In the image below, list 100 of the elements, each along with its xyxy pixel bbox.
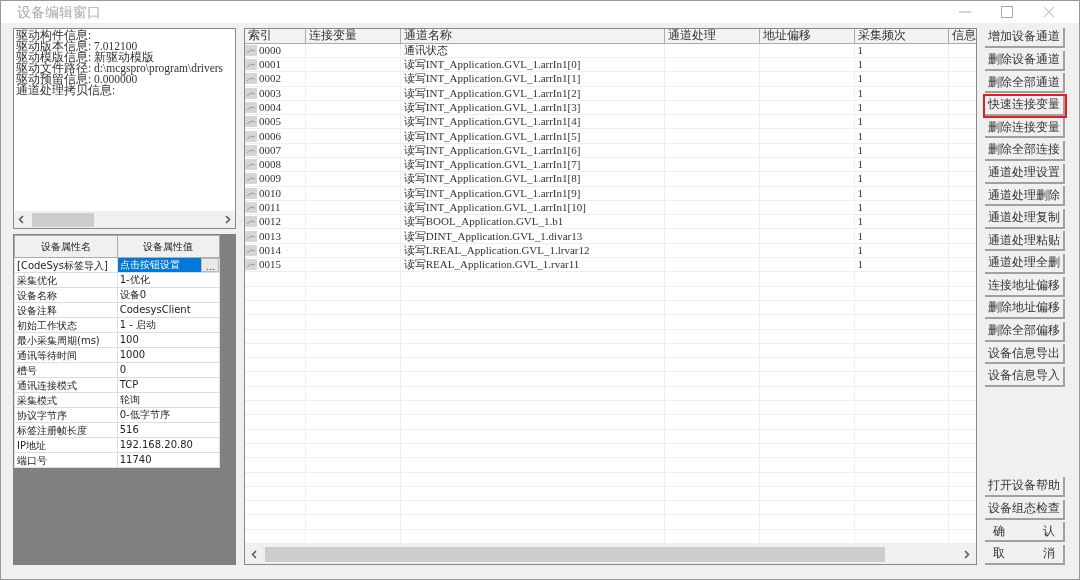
channel-icon (245, 130, 257, 142)
scrollbar-thumb[interactable] (32, 212, 94, 227)
maximize-icon[interactable] (1001, 6, 1013, 19)
channel-name: 读写INT_Application.GVL_1.arrIn1[4] (400, 114, 665, 129)
scroll-left-icon[interactable] (18, 215, 24, 225)
property-value[interactable]: 1 - 启动 (117, 318, 219, 333)
action-button[interactable]: 设备组态检查 (985, 499, 1065, 520)
channel-name: 读写BOOL_Application.GVL_1.b1 (400, 214, 665, 229)
ellipsis-icon[interactable] (201, 258, 219, 273)
channel-icon (245, 44, 257, 56)
horizontal-scrollbar[interactable] (245, 544, 976, 564)
row-index[interactable]: 0005 (259, 115, 281, 129)
column-header[interactable]: 采集频次 (854, 29, 949, 44)
property-name: 通讯连接模式 (14, 377, 118, 393)
action-button[interactable]: 删除全部偏移 (985, 321, 1065, 342)
channel-name: 读写INT_Application.GVL_1.arrIn1[3] (400, 100, 665, 115)
row-index[interactable]: 0015 (259, 258, 281, 272)
frequency-cell: 1 (854, 243, 949, 258)
property-value[interactable]: 设备0 (117, 288, 219, 303)
property-value[interactable]: TCP (117, 378, 219, 393)
channel-icon (245, 116, 257, 128)
action-button[interactable]: 通道处理复制 (985, 208, 1065, 229)
channel-icon (245, 259, 257, 271)
property-name: 槽号 (14, 362, 118, 378)
row-index[interactable]: 0002 (259, 72, 281, 86)
channel-icon (245, 87, 257, 99)
action-button[interactable]: 删除地址偏移 (985, 299, 1065, 320)
row-index[interactable]: 0001 (259, 58, 281, 72)
property-value[interactable]: 516 (117, 423, 219, 438)
action-button[interactable]: 删除设备通道 (985, 50, 1065, 71)
scrollbar-thumb[interactable] (265, 546, 885, 562)
scroll-left-icon[interactable] (251, 549, 257, 559)
column-header[interactable]: 通道名称 (400, 29, 665, 44)
action-button[interactable]: 删除全部连接 (985, 141, 1065, 162)
action-button[interactable]: 连接地址偏移 (985, 276, 1065, 297)
frequency-cell: 1 (854, 86, 949, 101)
frequency-cell: 1 (854, 71, 949, 86)
property-name: 协议字节序 (14, 407, 118, 423)
column-header: 设备属性值 (117, 235, 220, 258)
row-index[interactable]: 0014 (259, 243, 281, 257)
property-value[interactable]: 轮询 (117, 393, 219, 408)
property-value[interactable]: 1000 (117, 348, 219, 363)
row-index[interactable]: 0009 (259, 172, 281, 186)
scroll-right-icon[interactable] (964, 549, 970, 559)
property-value[interactable]: 11740 (117, 453, 219, 468)
action-button[interactable]: 删除全部通道 (985, 73, 1065, 94)
action-button[interactable]: 通道处理粘贴 (985, 231, 1065, 252)
property-name: 通讯等待时间 (14, 347, 118, 363)
frequency-cell: 1 (854, 171, 949, 187)
info-line: 驱动文件路径: d:\mcgspro\program\drivers (16, 63, 225, 75)
minimize-icon[interactable] (959, 11, 971, 14)
channel-icon (245, 101, 257, 113)
action-button[interactable]: 确 认 (985, 522, 1065, 543)
close-icon[interactable] (1043, 6, 1055, 19)
action-button[interactable]: 删除连接变量 (985, 118, 1065, 139)
property-value[interactable]: 0-低字节序 (117, 408, 219, 423)
row-index[interactable]: 0006 (259, 129, 281, 143)
info-line: 驱动构件信息: (16, 30, 93, 42)
property-value[interactable]: 点击按钮设置 (117, 258, 201, 273)
row-index[interactable]: 0004 (259, 100, 281, 114)
info-line: 驱动模版信息: 新驱动模版 (16, 52, 155, 64)
action-button[interactable]: 取 消 (985, 545, 1065, 565)
channel-icon (245, 159, 257, 171)
frequency-cell: 1 (854, 257, 949, 272)
action-button[interactable]: 通道处理设置 (985, 163, 1065, 184)
row-index[interactable]: 0003 (259, 86, 281, 100)
property-value[interactable]: 100 (117, 333, 219, 348)
row-index[interactable]: 0010 (259, 186, 281, 200)
column-header[interactable]: 索引 (245, 29, 306, 44)
action-button[interactable]: 快速连接变量 (985, 95, 1065, 116)
column-header[interactable]: 地址偏移 (759, 29, 855, 44)
channel-icon (245, 202, 257, 213)
frequency-cell: 1 (854, 143, 949, 158)
property-value[interactable]: 192.168.20.80 (117, 438, 219, 453)
row-index[interactable]: 0013 (259, 229, 281, 243)
action-button[interactable]: 设备信息导入 (985, 367, 1065, 387)
action-button[interactable]: 打开设备帮助 (985, 477, 1065, 498)
row-index[interactable]: 0012 (259, 215, 281, 229)
row-index[interactable]: 0008 (259, 158, 281, 172)
action-button[interactable]: 通道处理全删 (985, 254, 1065, 275)
row-index[interactable]: 0000 (259, 43, 281, 57)
property-value[interactable]: CodesysClient (117, 303, 219, 318)
scroll-right-icon[interactable] (225, 215, 231, 225)
frequency-cell: 1 (854, 114, 949, 129)
channel-name: 读写INT_Application.GVL_1.arrIn1[8] (400, 171, 665, 187)
frequency-cell: 1 (854, 100, 949, 115)
action-button[interactable]: 通道处理删除 (985, 186, 1065, 207)
row-index[interactable]: 0011 (259, 201, 281, 214)
channel-name: 读写INT_Application.GVL_1.arrIn1[2] (400, 86, 665, 101)
property-value[interactable]: 1-优化 (117, 273, 219, 288)
row-index[interactable]: 0007 (259, 143, 281, 157)
action-button[interactable]: 设备信息导出 (985, 344, 1065, 365)
property-name: 采集模式 (14, 392, 118, 408)
info-line: 通道处理拷贝信息: (16, 85, 117, 97)
horizontal-scrollbar[interactable] (14, 211, 235, 229)
column-header[interactable]: 连接变量 (305, 29, 401, 44)
property-name: 标签注册帧长度 (14, 422, 118, 438)
column-header[interactable]: 通道处理 (664, 29, 760, 44)
action-button[interactable]: 增加设备通道 (985, 28, 1065, 49)
property-value[interactable]: 0 (117, 363, 219, 378)
